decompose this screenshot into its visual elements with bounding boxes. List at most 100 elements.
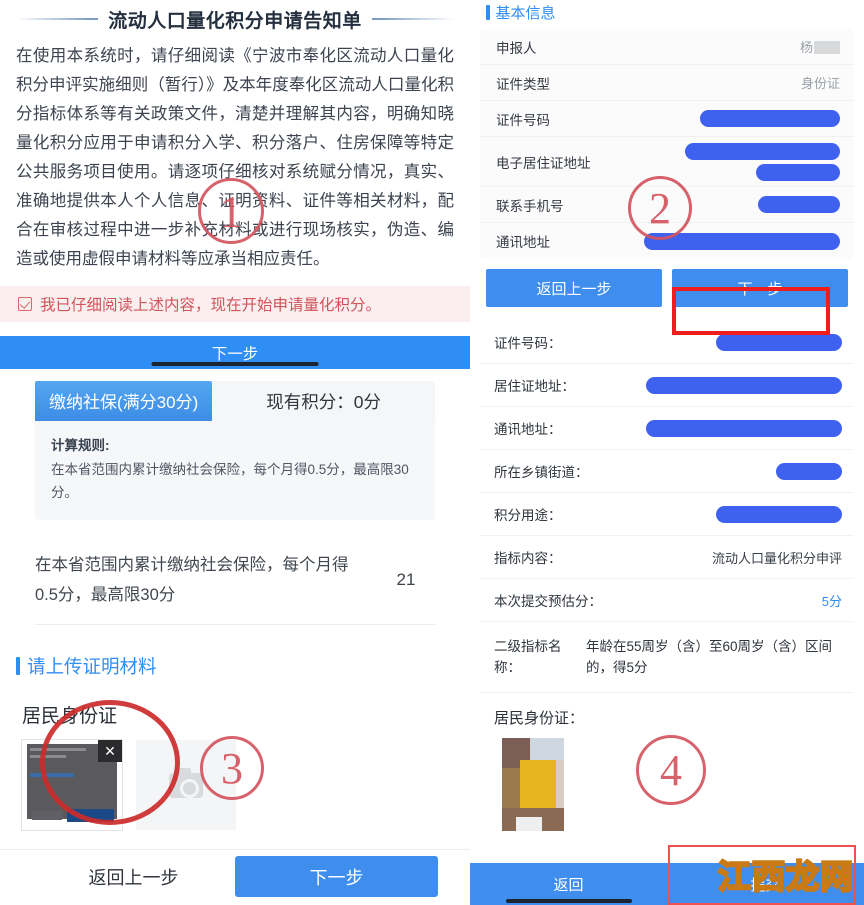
photo-block xyxy=(530,738,564,760)
back-step-button[interactable]: 返回上一步 xyxy=(486,269,662,307)
table-row[interactable]: 通讯地址 xyxy=(480,223,854,259)
page-title: 流动人口量化积分申请告知单 xyxy=(0,0,470,34)
rule-title: 计算规则: xyxy=(51,438,110,453)
right-phone-panel: 基本信息 申报人 杨 证件类型 身份证 证件号码 电子居住证地址 联系手机号 通… xyxy=(470,0,864,905)
table-row[interactable]: 居住证地址： xyxy=(480,364,854,407)
table-row[interactable]: 证件号码： xyxy=(480,321,854,364)
photo-block xyxy=(556,760,564,812)
basic-info-header: 基本信息 xyxy=(480,0,854,29)
submit-label: 提交 xyxy=(750,876,781,894)
agreement-label: 我已仔细阅读上述内容，现在开始申请量化积分。 xyxy=(40,297,382,314)
redaction-block xyxy=(646,376,842,394)
redaction-block xyxy=(646,419,842,437)
calculation-rule-card: 计算规则: 在本省范围内累计缴纳社会保险，每个月得0.5分，最高限30分。 xyxy=(35,421,435,520)
field-label: 二级指标名称： xyxy=(494,639,562,675)
field-value: 身份证 xyxy=(800,76,840,91)
id-photo-thumbnail[interactable] xyxy=(502,738,564,831)
notice-text: 在使用本系统时，请仔细阅读《宁波市奉化区流动人口量化积分申评实施细则（暂行）》及… xyxy=(16,47,454,268)
secondary-indicator-row: 二级指标名称： 年龄在55周岁（含）至60周岁（含）区间的，得5分 xyxy=(480,622,854,693)
upload-section-header: 请上传证明材料 xyxy=(16,653,470,679)
table-row[interactable]: 申报人 杨 xyxy=(480,29,854,65)
field-value: 杨 xyxy=(800,37,840,56)
field-label: 本次提交预估分： xyxy=(494,594,602,609)
rule-body: 在本省范围内累计缴纳社会保险，每个月得0.5分，最高限30分。 xyxy=(51,462,409,500)
return-button[interactable]: 返回 xyxy=(470,863,667,905)
thumbnail-line-2 xyxy=(30,755,66,758)
rule-value-row[interactable]: 在本省范围内累计缴纳社会保险，每个月得0.5分，最高限30分 21 xyxy=(35,550,435,625)
next-step-wide-button[interactable]: 下一步 xyxy=(0,336,470,369)
field-label: 所在乡镇街道： xyxy=(494,465,589,480)
field-label: 申报人 xyxy=(496,40,537,56)
thumbnail-line-1 xyxy=(30,748,86,751)
field-label: 电子居住证地址 xyxy=(496,155,591,171)
camera-icon xyxy=(169,767,203,798)
right-bottom-bar: 返回 提交 xyxy=(470,853,864,905)
basic-info-title: 基本信息 xyxy=(495,5,556,22)
photo-block xyxy=(502,768,520,813)
next-button[interactable]: 下一步 xyxy=(235,856,438,897)
document-type-label: 居民身份证 xyxy=(22,706,118,727)
field-value: 流动人口量化积分申评 xyxy=(711,550,842,566)
left-bottom-bar: 返回上一步 下一步 xyxy=(0,849,470,905)
table-row[interactable]: 指标内容： 流动人口量化积分申评 xyxy=(480,536,854,579)
tab-social-insurance[interactable]: 缴纳社保(满分30分) xyxy=(35,381,213,421)
table-row[interactable]: 积分用途： xyxy=(480,493,854,536)
thumbnail-button-2 xyxy=(67,809,114,822)
redaction-block xyxy=(814,41,840,54)
detail-info-card: 证件号码： 居住证地址： 通讯地址： 所在乡镇街道： 积分用途： 指标内容： 流… xyxy=(480,321,854,693)
home-indicator xyxy=(151,362,319,366)
left-phone-panel: 流动人口量化积分申请告知单 在使用本系统时，请仔细阅读《宁波市奉化区流动人口量化… xyxy=(0,0,470,905)
redaction-block xyxy=(756,163,840,181)
upload-thumbnails: ✕ xyxy=(22,740,470,830)
checkbox-checked-icon[interactable] xyxy=(18,297,32,311)
agreement-checkbox-row[interactable]: 我已仔细阅读上述内容，现在开始申请量化积分。 xyxy=(0,286,470,322)
table-row[interactable]: 证件号码 xyxy=(480,101,854,137)
id-photo-label: 居民身份证： xyxy=(494,710,585,727)
field-label: 通讯地址 xyxy=(496,235,550,250)
field-label: 居住证地址： xyxy=(494,379,575,394)
current-score-display: 现有积分：0分 xyxy=(212,381,435,421)
section-accent-bar xyxy=(16,657,20,675)
redaction-block xyxy=(758,196,840,213)
uploaded-image-thumbnail[interactable]: ✕ xyxy=(22,740,122,830)
redaction-block xyxy=(644,232,840,250)
rule-row-value: 21 xyxy=(396,570,416,589)
section-accent-bar xyxy=(486,5,490,20)
field-label: 证件号码 xyxy=(496,112,550,128)
table-row[interactable]: 所在乡镇街道： xyxy=(480,450,854,493)
field-label: 证件号码： xyxy=(494,336,562,351)
submit-button[interactable]: 提交 xyxy=(667,863,864,905)
redaction-block xyxy=(700,110,840,127)
table-row[interactable]: 证件类型 身份证 xyxy=(480,65,854,101)
title-decoration-right xyxy=(371,18,454,20)
table-row[interactable]: 联系手机号 xyxy=(480,187,854,223)
field-label: 证件类型 xyxy=(496,76,550,92)
app-screenshot: 流动人口量化积分申请告知单 在使用本系统时，请仔细阅读《宁波市奉化区流动人口量化… xyxy=(0,0,864,905)
add-photo-button[interactable] xyxy=(136,740,236,830)
score-tabs: 缴纳社保(满分30分) 现有积分：0分 xyxy=(35,381,435,421)
page-title-text: 流动人口量化积分申请告知单 xyxy=(108,10,362,32)
title-decoration-left xyxy=(16,18,99,20)
next-step-wide-label: 下一步 xyxy=(211,345,259,363)
rule-row-text: 在本省范围内累计缴纳社会保险，每个月得0.5分，最高限30分 xyxy=(35,556,349,604)
redaction-block xyxy=(716,505,842,523)
thumbnail-button-1 xyxy=(32,811,62,820)
upload-section-title: 请上传证明材料 xyxy=(27,656,157,677)
table-row[interactable]: 通讯地址： xyxy=(480,407,854,450)
redaction-block xyxy=(776,462,842,480)
back-button[interactable]: 返回上一步 xyxy=(32,856,235,897)
field-label: 指标内容： xyxy=(494,551,562,566)
field-label: 通讯地址： xyxy=(494,422,562,437)
basic-info-card: 申报人 杨 证件类型 身份证 证件号码 电子居住证地址 联系手机号 通讯地址 xyxy=(480,29,854,259)
redaction-block xyxy=(716,333,842,351)
table-row[interactable]: 本次提交预估分： 5分 xyxy=(480,579,854,622)
thumbnail-line-3 xyxy=(30,773,74,777)
table-row[interactable]: 电子居住证地址 xyxy=(480,137,854,187)
return-label: 返回 xyxy=(553,876,584,894)
field-value: 年龄在55周岁（含）至60周岁（含）区间的，得5分 xyxy=(586,639,833,675)
redaction-group xyxy=(685,142,840,181)
next-step-button[interactable]: 下一步 xyxy=(672,269,848,307)
home-indicator xyxy=(505,899,632,903)
close-icon[interactable]: ✕ xyxy=(98,740,122,762)
redaction-block xyxy=(685,142,840,160)
